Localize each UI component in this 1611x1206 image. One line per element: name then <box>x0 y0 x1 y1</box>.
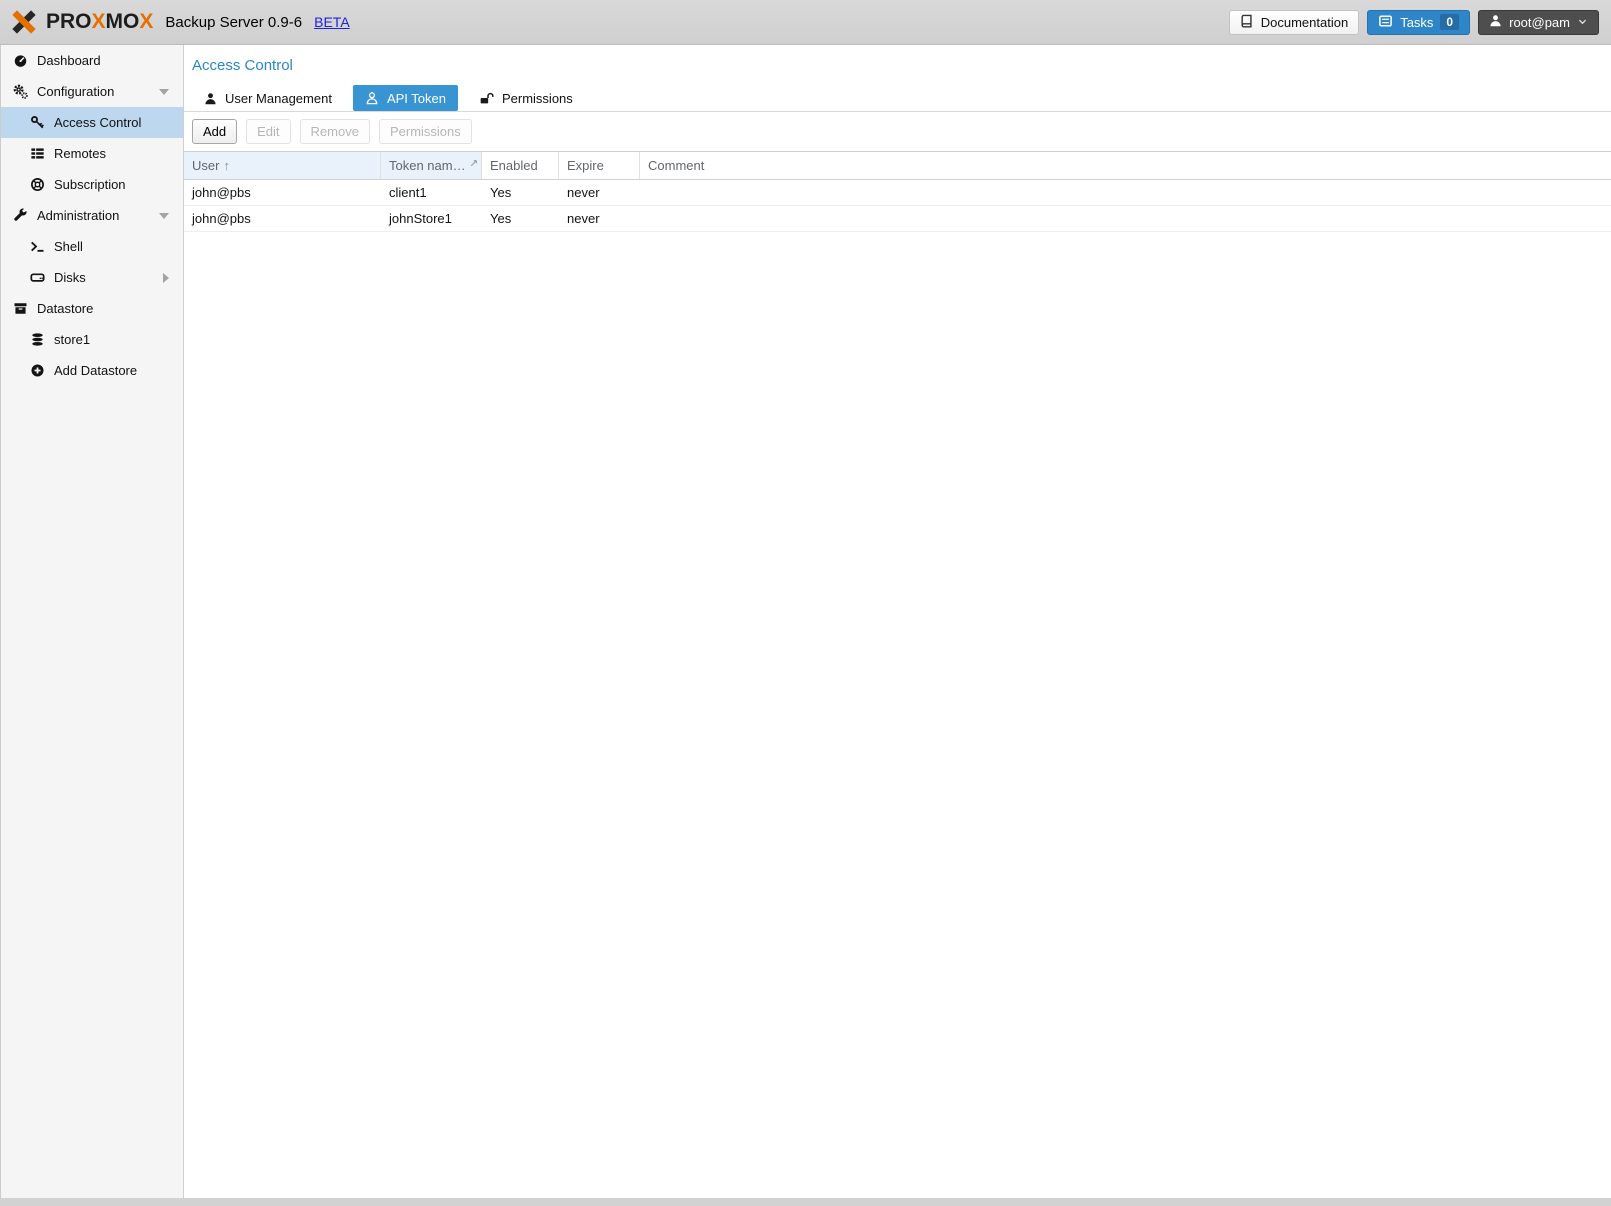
sidebar-item-datastore[interactable]: Datastore <box>1 293 183 324</box>
proxmox-x-logo-icon <box>10 8 38 36</box>
cell-comment <box>640 206 1611 231</box>
sidebar-item-label: Shell <box>54 239 83 254</box>
column-header-expire[interactable]: Expire <box>559 152 640 179</box>
permissions-button[interactable]: Permissions <box>379 119 472 144</box>
terminal-icon <box>29 239 45 255</box>
tachometer-icon <box>12 53 28 69</box>
edit-button[interactable]: Edit <box>246 119 290 144</box>
expand-arrow-icon[interactable] <box>163 273 169 283</box>
remove-button[interactable]: Remove <box>300 119 370 144</box>
user-icon <box>1489 14 1502 30</box>
sidebar-item-administration[interactable]: Administration <box>1 200 183 231</box>
sidebar-item-store1[interactable]: store1 <box>1 324 183 355</box>
sidebar-item-dashboard[interactable]: Dashboard <box>1 45 183 76</box>
sidebar-item-label: Subscription <box>54 177 126 192</box>
sidebar-item-label: Add Datastore <box>54 363 137 378</box>
cell-expire: never <box>559 206 640 231</box>
sidebar: Dashboard Configuration <box>0 45 184 1198</box>
list-icon <box>29 146 45 162</box>
chevron-down-icon <box>1577 15 1588 30</box>
proxmox-wordmark: PROXMOX <box>46 10 153 34</box>
column-header-user[interactable]: User ↑ <box>184 152 381 179</box>
grid-toolbar: Add Edit Remove Permissions <box>184 112 1611 152</box>
user-icon <box>204 92 217 105</box>
cell-token: client1 <box>381 180 482 205</box>
cell-enabled: Yes <box>482 180 559 205</box>
database-icon <box>29 332 45 348</box>
archive-icon <box>12 301 28 317</box>
cell-expire: never <box>559 180 640 205</box>
life-ring-icon <box>29 177 45 193</box>
sidebar-item-remotes[interactable]: Remotes <box>1 138 183 169</box>
column-header-comment[interactable]: Comment <box>640 152 1611 179</box>
sidebar-item-label: Administration <box>37 208 119 223</box>
sort-asc-icon: ↑ <box>223 158 230 173</box>
plus-circle-icon <box>29 363 45 379</box>
sidebar-item-subscription[interactable]: Subscription <box>1 169 183 200</box>
cogs-icon <box>12 84 28 100</box>
cell-user: john@pbs <box>184 180 381 205</box>
tab-user-management[interactable]: User Management <box>192 85 344 111</box>
cell-user: john@pbs <box>184 206 381 231</box>
main-panel: Access Control User Management <box>184 45 1611 1198</box>
collapse-arrow-icon[interactable] <box>159 89 169 95</box>
key-icon <box>29 115 45 131</box>
sort-minor-icon <box>470 159 478 167</box>
unlock-icon <box>479 91 494 105</box>
user-menu-button[interactable]: root@pam <box>1478 10 1599 35</box>
sidebar-item-label: store1 <box>54 332 90 347</box>
book-icon <box>1240 14 1254 31</box>
api-token-table: User ↑ Token nam… Enabled <box>184 152 1611 232</box>
product-version-label: Backup Server 0.9-6 <box>165 14 302 31</box>
sidebar-item-label: Datastore <box>37 301 93 316</box>
sidebar-item-label: Remotes <box>54 146 106 161</box>
cell-token: johnStore1 <box>381 206 482 231</box>
table-row[interactable]: john@pbs johnStore1 Yes never <box>184 206 1611 232</box>
sidebar-item-configuration[interactable]: Configuration <box>1 76 183 107</box>
wrench-icon <box>12 208 28 224</box>
tab-api-token[interactable]: API Token <box>353 85 458 111</box>
column-header-enabled[interactable]: Enabled <box>482 152 559 179</box>
table-header-row: User ↑ Token nam… Enabled <box>184 152 1611 180</box>
column-header-token-name[interactable]: Token nam… <box>381 152 482 179</box>
sidebar-item-label: Disks <box>54 270 86 285</box>
brand: PROXMOX Backup Server 0.9-6 BETA <box>10 8 350 36</box>
user-outline-icon <box>365 91 379 105</box>
cell-enabled: Yes <box>482 206 559 231</box>
beta-link[interactable]: BETA <box>314 14 350 30</box>
tasks-count-badge: 0 <box>1440 14 1459 30</box>
top-actions: Documentation Tasks 0 <box>1229 10 1599 35</box>
proxmox-backup-server-app: PROXMOX Backup Server 0.9-6 BETA Documen… <box>0 0 1611 1206</box>
collapse-arrow-icon[interactable] <box>159 213 169 219</box>
sidebar-item-add-datastore[interactable]: Add Datastore <box>1 355 183 386</box>
add-button[interactable]: Add <box>192 119 237 144</box>
sidebar-item-label: Dashboard <box>37 53 101 68</box>
tab-bar: User Management API Token <box>184 85 1611 112</box>
table-row[interactable]: john@pbs client1 Yes never <box>184 180 1611 206</box>
tasks-button[interactable]: Tasks 0 <box>1367 10 1470 35</box>
task-list-icon <box>1378 14 1393 31</box>
sidebar-item-access-control[interactable]: Access Control <box>1 107 183 138</box>
tab-permissions[interactable]: Permissions <box>467 85 585 111</box>
sidebar-item-shell[interactable]: Shell <box>1 231 183 262</box>
top-bar: PROXMOX Backup Server 0.9-6 BETA Documen… <box>0 0 1611 45</box>
page-title: Access Control <box>184 45 1611 85</box>
hdd-icon <box>29 270 45 286</box>
cell-comment <box>640 180 1611 205</box>
documentation-button[interactable]: Documentation <box>1229 10 1359 35</box>
sidebar-item-label: Access Control <box>54 115 141 130</box>
app-body: Dashboard Configuration <box>0 45 1611 1198</box>
sidebar-item-label: Configuration <box>37 84 114 99</box>
sidebar-item-disks[interactable]: Disks <box>1 262 183 293</box>
